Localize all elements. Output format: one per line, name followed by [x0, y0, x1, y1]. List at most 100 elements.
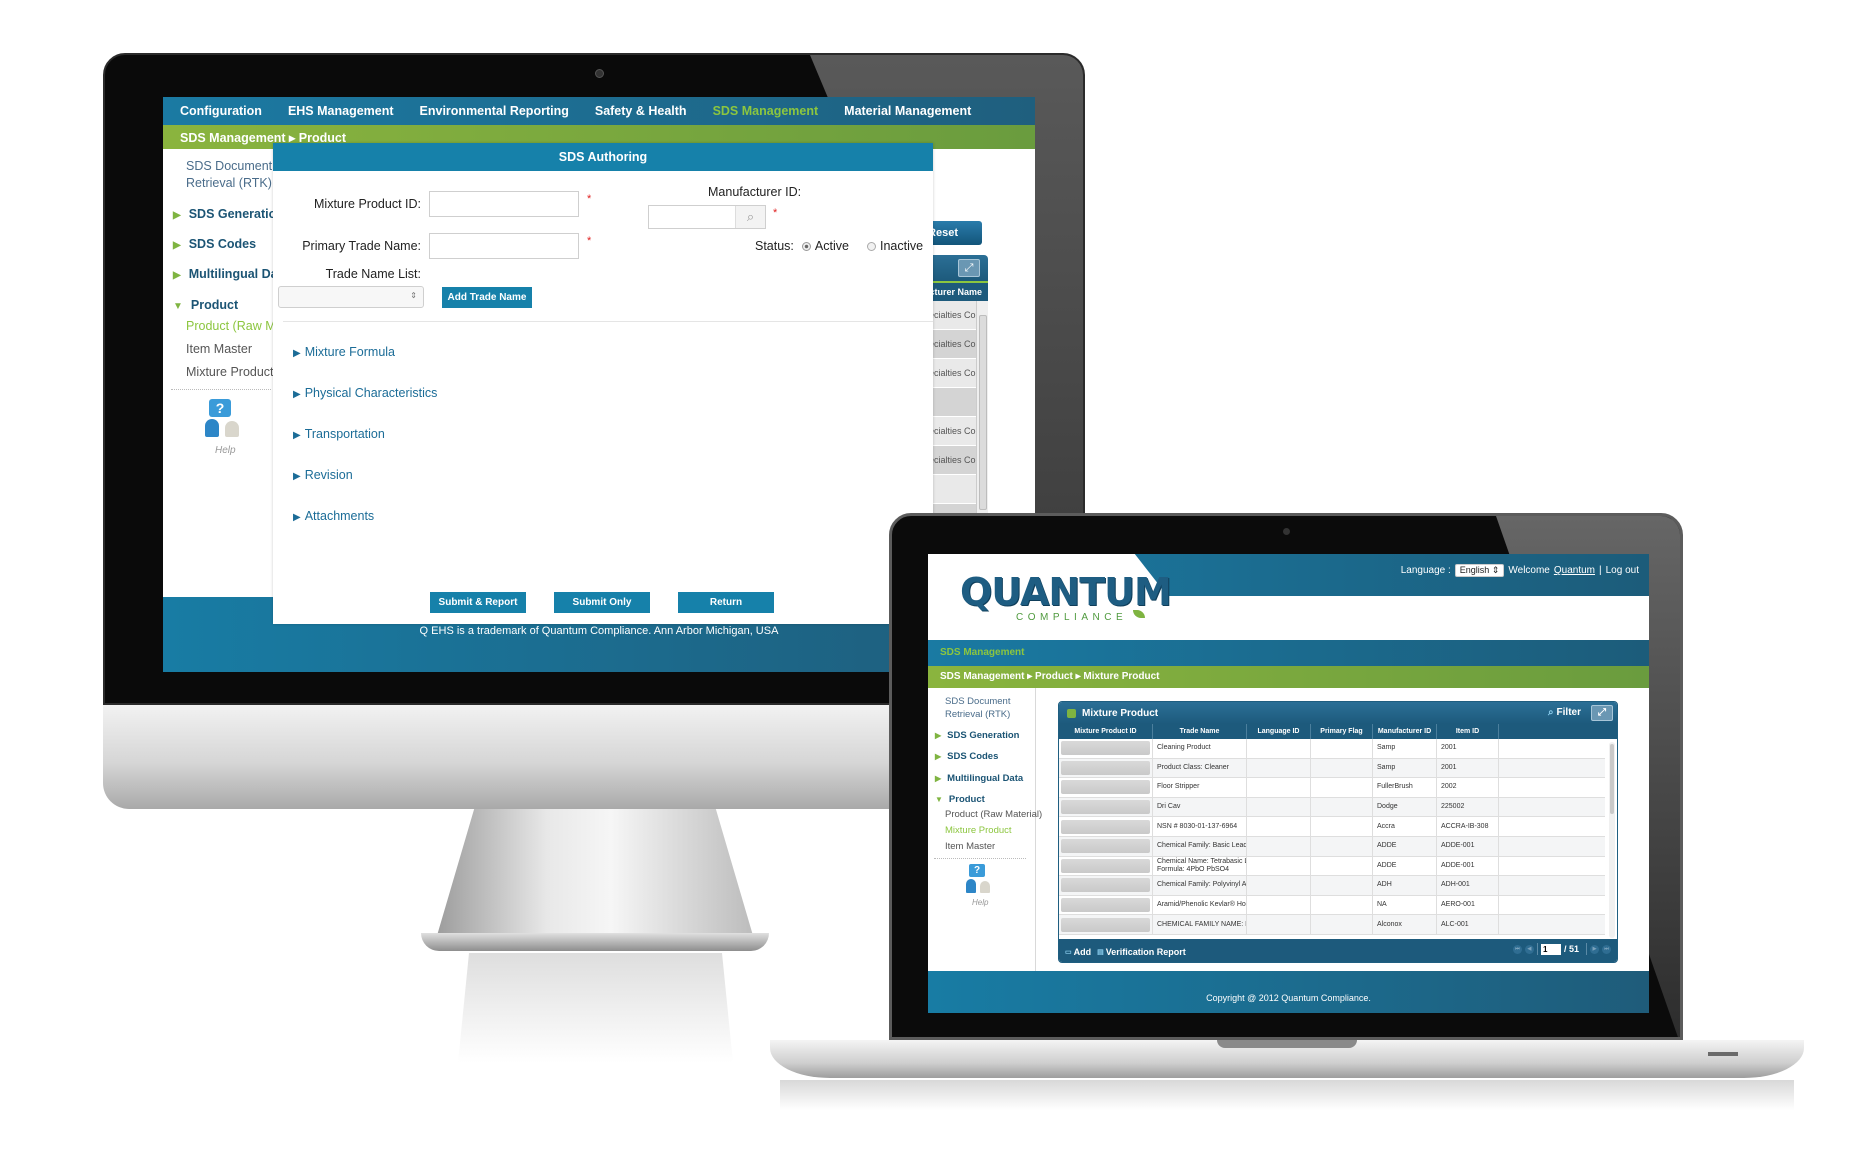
- add-button[interactable]: Add: [1074, 947, 1092, 957]
- cell-mixture-product-id: [1059, 797, 1153, 817]
- nav-safety-health[interactable]: Safety & Health: [595, 104, 687, 118]
- table-row[interactable]: Chemical Family: Polyvinyl Ac ADH ADH-001: [1059, 876, 1605, 896]
- table-row[interactable]: Chemical Name: Tetrabasic L Formula: 4Pb…: [1059, 856, 1605, 877]
- sidebar-item-mixture-product[interactable]: Mixture Product: [945, 825, 1012, 836]
- id-placeholder: [1061, 741, 1150, 756]
- status-active-radio[interactable]: [801, 241, 811, 251]
- add-trade-name-button[interactable]: Add Trade Name: [442, 287, 532, 308]
- cell-trade-name: Product Class: Cleaner: [1153, 758, 1247, 778]
- column-header-primary-flag[interactable]: Primary Flag: [1311, 724, 1373, 739]
- section-mixture-formula[interactable]: ▶ Mixture Formula: [293, 345, 395, 359]
- nav-configuration[interactable]: Configuration: [180, 104, 262, 118]
- submit-only-button[interactable]: Submit Only: [554, 592, 650, 613]
- nav-ehs-management[interactable]: EHS Management: [288, 104, 394, 118]
- sidebar-item-rtk[interactable]: SDS Document Retrieval (RTK): [945, 696, 1010, 720]
- cell-trade-name: NSN # 8030-01-137-6964: [1153, 817, 1247, 836]
- print-icon: ▤: [1097, 948, 1104, 956]
- prev-page-icon[interactable]: ◀: [1524, 944, 1534, 954]
- section-transportation[interactable]: ▶ Transportation: [293, 427, 385, 441]
- scrollbar[interactable]: [976, 301, 988, 521]
- cell-mixture-product-id: [1059, 915, 1153, 934]
- table-row[interactable]: Dri Cav Dodge 225002: [1059, 797, 1605, 818]
- app-footer: Copyright @ 2012 Quantum Compliance.: [928, 971, 1649, 1013]
- page-number-input[interactable]: 1: [1540, 943, 1561, 955]
- expand-icon[interactable]: ⤢: [958, 259, 980, 277]
- table-row[interactable]: Product Class: Cleaner Samp 2001: [1059, 758, 1605, 779]
- cell-language-id: [1247, 876, 1311, 895]
- sidebar-item-mixture-product[interactable]: Mixture Product: [186, 365, 274, 379]
- first-page-icon[interactable]: ⏮: [1512, 944, 1522, 954]
- column-header-item-id[interactable]: Item ID: [1437, 724, 1499, 739]
- primary-trade-name-input[interactable]: [429, 233, 579, 259]
- help-icon[interactable]: ?: [203, 399, 249, 445]
- sidebar-item-multilingual-data[interactable]: ▶ Multilingual Data: [935, 773, 1023, 784]
- next-page-icon[interactable]: ▶: [1590, 944, 1599, 954]
- sidebar-item-item-master[interactable]: Item Master: [945, 841, 995, 852]
- table-row[interactable]: NSN # 8030-01-137-6964 Accra ACCRA-IB-308: [1059, 817, 1605, 837]
- column-header-manufacturer-id[interactable]: Manufacturer ID: [1373, 724, 1437, 739]
- sidebar-item-multilingual[interactable]: ▶ Multilingual Data: [173, 267, 289, 281]
- table-row[interactable]: Floor Stripper FullerBrush 2002: [1059, 778, 1605, 798]
- sidebar-rtk-line1: SDS Document: [186, 159, 273, 173]
- last-page-icon[interactable]: ⏭: [1602, 944, 1611, 954]
- sidebar-item-sds-codes[interactable]: ▶ SDS Codes: [173, 237, 256, 251]
- column-header-trade-name[interactable]: Trade Name: [1153, 724, 1247, 739]
- sidebar-item-product[interactable]: ▼ Product: [173, 298, 238, 312]
- laptop-hinge-notch: [1217, 1040, 1357, 1048]
- laptop-bezel: QUANTUM COMPLIANCE Language : English ⇕ …: [889, 513, 1683, 1040]
- mixture-product-id-input[interactable]: [429, 191, 579, 217]
- cell-primary-flag: [1311, 895, 1373, 915]
- expand-arrow-icon: ▶: [173, 240, 181, 251]
- separator: |: [1599, 565, 1602, 576]
- sidebar-item-product[interactable]: ▼ Product: [935, 794, 985, 805]
- user-link[interactable]: Quantum: [1554, 565, 1595, 576]
- search-icon[interactable]: ⌕: [735, 206, 765, 228]
- section-physical-characteristics[interactable]: ▶ Physical Characteristics: [293, 386, 437, 400]
- pager-separator: [1586, 943, 1587, 955]
- section-attachments[interactable]: ▶ Attachments: [293, 509, 374, 523]
- sidebar-item-item-master[interactable]: Item Master: [186, 342, 252, 356]
- form-divider: [283, 321, 933, 322]
- help-icon[interactable]: ?: [964, 864, 998, 898]
- cell-item-id: ALC-001: [1437, 915, 1499, 934]
- cell-manufacturer-id: Dodge: [1373, 797, 1437, 817]
- table-row[interactable]: Cleaning Product Samp 2001: [1059, 739, 1605, 759]
- table-row[interactable]: CHEMICAL FAMILY NAME: I Alconox ALC-001: [1059, 915, 1605, 935]
- help-label: Help: [972, 898, 989, 907]
- grid-scrollbar[interactable]: [1609, 742, 1615, 938]
- verification-report-button[interactable]: Verification Report: [1106, 947, 1186, 957]
- nav-environmental-reporting[interactable]: Environmental Reporting: [420, 104, 569, 118]
- column-header-language-id[interactable]: Language ID: [1247, 724, 1311, 739]
- expand-arrow-icon: ▶: [293, 512, 301, 523]
- section-revision[interactable]: ▶ Revision: [293, 468, 353, 482]
- mixture-product-id-label: Mixture Product ID:: [314, 197, 421, 211]
- sidebar-item-rtk[interactable]: SDS Document Retrieval (RTK): [186, 159, 272, 190]
- add-icon: ▭: [1065, 948, 1072, 956]
- sidebar-item-sds-generation[interactable]: ▶ SDS Generation: [935, 730, 1019, 741]
- nav-sds-management[interactable]: SDS Management: [713, 104, 819, 118]
- cell-trade-name: Cleaning Product: [1153, 739, 1247, 758]
- submit-and-report-button[interactable]: Submit & Report: [430, 592, 526, 613]
- manufacturer-id-input[interactable]: ⌕: [648, 205, 766, 229]
- nav-material-management[interactable]: Material Management: [844, 104, 971, 118]
- scrollbar-thumb[interactable]: [979, 315, 987, 510]
- status-inactive-radio[interactable]: [866, 241, 876, 251]
- trade-name-list-select[interactable]: ⇕: [278, 286, 424, 308]
- language-select[interactable]: English ⇕: [1454, 564, 1505, 577]
- return-button[interactable]: Return: [678, 592, 774, 613]
- sidebar-item-sds-generation[interactable]: ▶ SDS Generation: [173, 207, 284, 221]
- select-arrows-icon: ⇕: [410, 291, 417, 300]
- expand-icon[interactable]: ⤢: [1591, 705, 1613, 721]
- table-row[interactable]: Chemical Family: Basic Lead ADDE ADDE-001: [1059, 836, 1605, 857]
- logout-link[interactable]: Log out: [1606, 565, 1639, 576]
- column-header-mixture-product-id[interactable]: Mixture Product ID: [1059, 724, 1153, 739]
- cell-item-id: ADDE-001: [1437, 836, 1499, 856]
- filter-button[interactable]: ⌕ Filter: [1548, 707, 1581, 718]
- sidebar-item-sds-codes[interactable]: ▶ SDS Codes: [935, 751, 998, 762]
- sidebar-item-product-raw[interactable]: Product (Raw Material): [945, 809, 1042, 820]
- cell-trade-name: Chemical Family: Polyvinyl Ac: [1153, 876, 1247, 895]
- quantum-logo[interactable]: QUANTUM: [960, 570, 1172, 614]
- section-label: Physical Characteristics: [304, 386, 438, 400]
- table-row[interactable]: Aramid/Phenolic Kevlar® Hor NA AERO-001: [1059, 895, 1605, 916]
- scrollbar-thumb[interactable]: [1610, 744, 1614, 814]
